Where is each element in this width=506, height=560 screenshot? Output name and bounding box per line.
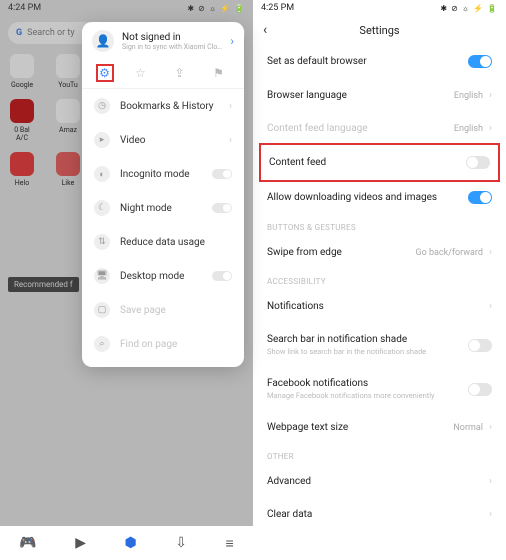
menu-reduce-data[interactable]: ⇅Reduce data usage [82,225,244,259]
section-other: OTHER [253,444,506,465]
menu-bookmarks[interactable]: ◷Bookmarks & History› [82,89,244,123]
toggle-switch[interactable] [212,271,232,281]
row-search-bar-notif[interactable]: Search bar in notification shade Show li… [253,323,506,367]
row-default-browser[interactable]: Set as default browser [253,44,506,79]
nav-download-icon[interactable]: ⇩ [175,535,187,551]
chevron-right-icon: › [489,422,492,433]
toggle-switch[interactable] [468,383,492,396]
sign-in-row[interactable]: 👤 Not signed in Sign in to sync with Xia… [82,22,244,58]
chevron-right-icon: › [229,135,232,146]
chevron-right-icon: › [489,123,492,134]
toggle-switch[interactable] [468,339,492,352]
desktop-icon: 🖥 [94,268,110,284]
status-bar: 4:24 PM ✱ ⊘ ☼ ⚡ 🔋 [0,0,253,16]
save-icon: ▢ [94,302,110,318]
status-icons: ✱ ⊘ ☼ ⚡ 🔋 [187,4,245,13]
chevron-right-icon: › [489,476,492,487]
chevron-right-icon: › [489,247,492,258]
bottom-nav: 🎮 ▶ ⬢ ⇩ ≡ [0,526,253,560]
chevron-right-icon: › [489,509,492,520]
status-time: 4:25 PM [261,3,294,13]
menu-find: ⌕Find on page [82,327,244,361]
bookmark-flag-icon[interactable]: ⚑ [210,64,228,82]
value-label: English [454,91,483,101]
section-accessibility: ACCESSIBILITY [253,269,506,290]
chevron-right-icon: › [229,101,232,112]
signin-subtitle: Sign in to sync with Xiaomi Clo… [122,43,222,51]
row-feed-language: Content feed language English › [253,112,506,145]
search-icon: ⌕ [94,336,110,352]
subtitle: Show link to search bar in the notificat… [267,347,426,356]
toggle-switch[interactable] [212,169,232,179]
avatar-icon: 👤 [92,30,114,52]
section-buttons-gestures: BUTTONS & GESTURES [253,215,506,236]
status-bar: 4:25 PM ✱ ⊘ ☼ ⚡ 🔋 [253,0,506,16]
subtitle: Manage Facebook notifications more conve… [267,391,435,400]
row-allow-download[interactable]: Allow downloading videos and images [253,180,506,215]
row-facebook-notif[interactable]: Facebook notifications Manage Facebook n… [253,367,506,411]
chevron-right-icon: › [489,90,492,101]
menu-desktop[interactable]: 🖥Desktop mode [82,259,244,293]
browser-menu-popup: 👤 Not signed in Sign in to sync with Xia… [82,22,244,367]
row-advanced[interactable]: Advanced › [253,465,506,498]
menu-video[interactable]: ▸Video› [82,123,244,157]
nav-home-icon[interactable]: ⬢ [125,535,137,551]
status-time: 4:24 PM [8,3,41,13]
toggle-switch[interactable] [468,55,492,68]
menu-incognito[interactable]: ◐Incognito mode [82,157,244,191]
back-icon[interactable]: ‹ [263,22,267,38]
menu-night[interactable]: ☾Night mode [82,191,244,225]
value-label: Normal [453,423,483,433]
toggle-switch[interactable] [212,203,232,213]
settings-gear-icon[interactable]: ⚙ [96,64,114,82]
value-label: English [454,124,483,134]
incognito-icon: ◐ [94,166,110,182]
row-clear-data[interactable]: Clear data › [253,498,506,531]
signin-title: Not signed in [122,32,222,43]
page-title: Settings [359,24,399,37]
nav-video-icon[interactable]: ▶ [75,535,86,551]
row-browser-language[interactable]: Browser language English › [253,79,506,112]
chevron-right-icon: › [489,301,492,312]
nav-menu-icon[interactable]: ≡ [226,535,234,552]
row-content-feed[interactable]: Content feed [259,143,500,182]
status-icons: ✱ ⊘ ☼ ⚡ 🔋 [440,4,498,13]
toggle-switch[interactable] [466,156,490,169]
star-icon[interactable]: ☆ [132,64,150,82]
row-text-size[interactable]: Webpage text size Normal › [253,411,506,444]
video-icon: ▸ [94,132,110,148]
clock-icon: ◷ [94,98,110,114]
settings-header: ‹ Settings [253,16,506,44]
share-icon[interactable]: ⇪ [171,64,189,82]
data-icon: ⇅ [94,234,110,250]
row-swipe-edge[interactable]: Swipe from edge Go back/forward › [253,236,506,269]
row-notifications[interactable]: Notifications › [253,290,506,323]
moon-icon: ☾ [94,200,110,216]
chevron-right-icon: › [230,34,234,48]
nav-game-icon[interactable]: 🎮 [19,535,36,551]
value-label: Go back/forward [415,248,483,258]
toggle-switch[interactable] [468,191,492,204]
menu-save-page: ▢Save page [82,293,244,327]
